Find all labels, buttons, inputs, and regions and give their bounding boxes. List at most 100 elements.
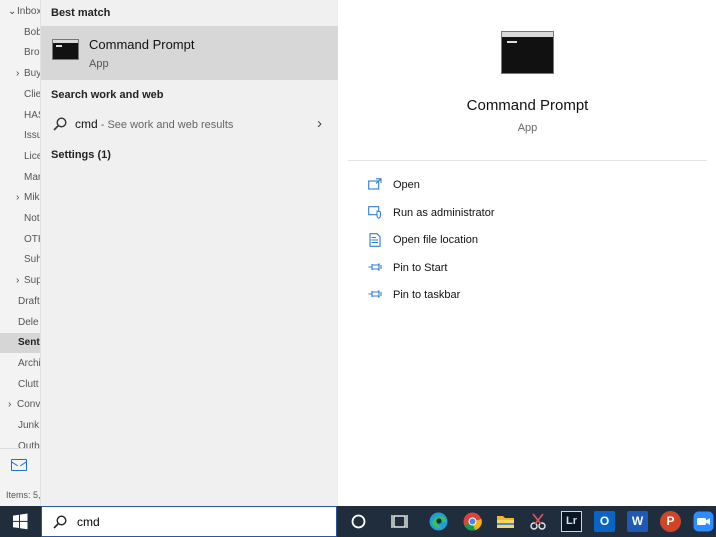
outlook-folder-item[interactable]: OTH	[0, 230, 40, 250]
folder-label: Clutt	[18, 378, 39, 390]
folder-label: Not	[24, 213, 40, 224]
web-result-text: cmd - See work and web results	[75, 117, 233, 131]
folder-label: Bro	[24, 47, 40, 59]
folder-label: Buy	[24, 68, 41, 80]
shield-icon	[368, 206, 381, 219]
outlook-divider	[0, 448, 40, 449]
outlook-folder-item[interactable]: Outb	[0, 437, 40, 457]
mail-icon[interactable]	[11, 459, 27, 471]
powerpoint-icon[interactable]: P	[660, 511, 681, 532]
task-view-icon[interactable]	[389, 511, 410, 532]
outlook-folder-item[interactable]: Sent	[0, 333, 40, 354]
outlook-folder-item[interactable]: Suh	[0, 250, 40, 270]
folder-label: Sup	[24, 275, 41, 287]
action-pin-to-taskbar[interactable]: Pin to taskbar	[368, 285, 668, 307]
folder-label: Clie	[24, 88, 41, 100]
folder-label: Outb	[18, 440, 40, 452]
details-divider	[348, 160, 707, 161]
folder-chevron-icon[interactable]: ›	[16, 64, 19, 84]
outlook-folder-item[interactable]: Archi	[0, 354, 41, 374]
action-open-file-location-label: Open file location	[393, 234, 478, 246]
word-icon[interactable]: W	[627, 511, 648, 532]
pin-icon	[368, 290, 382, 298]
folder-chevron-icon[interactable]: ⌄	[8, 2, 16, 22]
outlook-folder-item[interactable]: Lice	[0, 147, 41, 167]
folder-label: HAS	[24, 109, 40, 121]
snipping-tool-icon[interactable]	[528, 511, 549, 532]
pin-icon	[368, 263, 382, 271]
folder-label: Dele	[18, 316, 39, 328]
screen: ⌄Inbox Bob Bro › Buy Clie HAS Issu Lice Mar › Mik No…	[0, 0, 716, 537]
windows-start-icon[interactable]	[0, 506, 40, 537]
search-icon	[53, 515, 67, 529]
taskbar: cmd Lr O W P	[0, 506, 716, 537]
action-open-label: Open	[393, 179, 420, 191]
outlook-folder-item[interactable]: › Sup	[0, 271, 41, 291]
outlook-folder-item[interactable]: Clutt	[0, 375, 40, 395]
action-open-file-location[interactable]: Open file location	[368, 230, 668, 252]
outlook-folder-item[interactable]: Issu	[0, 126, 41, 146]
folder-label: Inbox	[17, 6, 41, 17]
taskbar-search-box[interactable]: cmd	[41, 506, 337, 537]
open-icon	[368, 178, 382, 190]
action-run-as-administrator-label: Run as administrator	[393, 207, 495, 219]
outlook-folder-item[interactable]: Junk	[0, 416, 40, 436]
folder-label: OTH	[24, 233, 40, 245]
folder-label: Mar	[24, 171, 41, 183]
folder-label: Junk	[18, 420, 40, 431]
lightroom-icon[interactable]: Lr	[561, 511, 582, 532]
app-details-panel: Command Prompt App Open Run as administr…	[348, 8, 707, 506]
outlook-icon[interactable]: O	[594, 511, 615, 532]
outlook-folder-item[interactable]: Bob	[0, 23, 41, 43]
folder-label: Archi	[18, 357, 41, 369]
best-match-command-prompt[interactable]: Command Prompt App	[41, 26, 338, 80]
folder-label: Sent	[18, 337, 40, 349]
search-icon	[53, 117, 67, 131]
outlook-folder-item[interactable]: ⌄ Inbox	[0, 2, 41, 22]
details-subtitle: App	[517, 122, 538, 134]
action-run-as-administrator[interactable]: Run as administrator	[368, 203, 668, 225]
action-pin-to-start-label: Pin to Start	[393, 262, 448, 274]
outlook-folder-item[interactable]: › Conv	[0, 395, 41, 415]
folder-label: Conv	[17, 399, 41, 411]
outlook-status-footer: Items: 5,	[6, 490, 41, 500]
outlook-folder-item[interactable]: › Mik	[0, 188, 40, 208]
command-prompt-icon	[52, 39, 79, 60]
best-match-subtitle: App	[89, 58, 109, 70]
folder-chevron-icon[interactable]: ›	[16, 271, 19, 291]
folder-chevron-icon[interactable]: ›	[8, 395, 11, 415]
outlook-folder-item[interactable]: Not	[0, 209, 40, 229]
chrome-icon[interactable]	[462, 511, 483, 532]
settings-section-header[interactable]: Settings (1)	[51, 149, 111, 161]
best-match-header: Best match	[51, 7, 111, 19]
outlook-folder-item[interactable]: Draft	[0, 292, 40, 312]
zoom-icon[interactable]	[693, 511, 714, 532]
folder-label: Issu	[24, 130, 41, 142]
action-pin-to-taskbar-label: Pin to taskbar	[393, 289, 461, 301]
folder-chevron-icon[interactable]: ›	[16, 188, 19, 208]
edge-icon[interactable]	[428, 511, 449, 532]
folder-label: Mik	[24, 192, 40, 204]
action-open[interactable]: Open	[368, 175, 668, 197]
folder-label: Lice	[24, 150, 41, 162]
web-section-header: Search work and web	[51, 89, 164, 101]
action-pin-to-start[interactable]: Pin to Start	[368, 258, 668, 280]
outlook-folder-item[interactable]: › Buy	[0, 64, 41, 84]
web-query-text: cmd	[75, 117, 98, 131]
best-match-title: Command Prompt	[89, 37, 195, 52]
command-prompt-large-icon	[501, 31, 554, 74]
outlook-folder-item[interactable]: Mar	[0, 168, 41, 188]
outlook-folder-item[interactable]: Bro	[0, 43, 40, 63]
outlook-folder-item[interactable]: Clie	[0, 85, 41, 105]
chevron-right-icon[interactable]: ›	[317, 115, 322, 132]
folder-label: Bob	[24, 26, 41, 38]
web-hint-text: - See work and web results	[97, 119, 234, 131]
outlook-folder-item[interactable]: HAS	[0, 106, 40, 126]
search-input[interactable]: cmd	[77, 515, 100, 529]
file-explorer-icon[interactable]	[495, 511, 516, 532]
outlook-folder-pane: ⌄Inbox Bob Bro › Buy Clie HAS Issu Lice Mar › Mik No…	[0, 0, 41, 506]
outlook-folder-item[interactable]: Dele	[0, 313, 40, 333]
cortana-icon[interactable]	[348, 511, 369, 532]
folder-label: Draft	[18, 295, 40, 307]
web-search-result[interactable]: cmd - See work and web results ›	[41, 113, 338, 137]
